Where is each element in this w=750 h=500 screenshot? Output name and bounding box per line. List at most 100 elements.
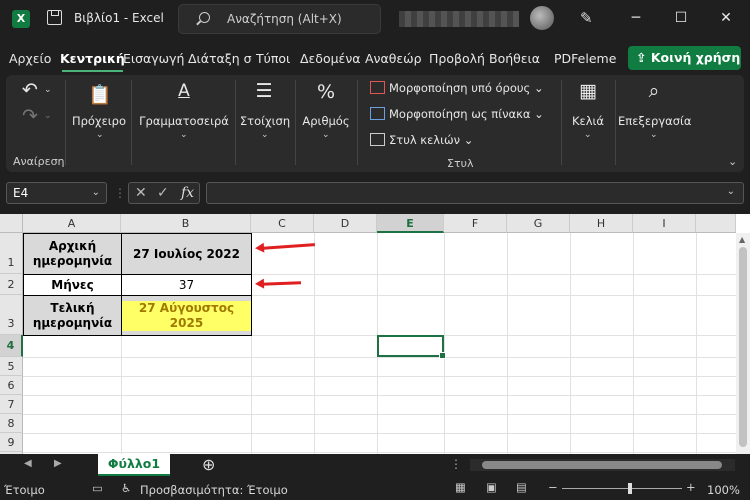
clipboard-icon[interactable]: 📋 xyxy=(88,83,112,106)
name-box[interactable]: E4 ⌄ xyxy=(6,182,107,204)
page-layout-view-icon[interactable]: ▣ xyxy=(486,480,497,494)
vertical-scroll-thumb[interactable] xyxy=(739,247,747,447)
horizontal-scroll-thumb[interactable] xyxy=(482,461,722,469)
row-header-2[interactable]: 2 xyxy=(0,274,23,295)
row-header-7[interactable]: 7 xyxy=(0,395,23,414)
column-header-g[interactable]: G xyxy=(507,214,570,233)
accessibility-icon[interactable]: ♿ xyxy=(121,481,131,495)
save-icon[interactable] xyxy=(47,10,62,25)
editing-button[interactable]: Επεξεργασία xyxy=(618,114,691,128)
column-header-h[interactable]: H xyxy=(570,214,633,233)
tab-file[interactable]: Αρχείο xyxy=(9,51,51,66)
cell-b3[interactable]: 27 Αύγουστος 2025 xyxy=(121,295,252,336)
row-header-1[interactable]: 1 xyxy=(0,233,23,274)
cells-icon[interactable]: ▦ xyxy=(578,80,598,102)
chevron-down-icon[interactable]: ⌄ xyxy=(584,130,592,140)
search-box[interactable]: Αναζήτηση (Alt+X) xyxy=(178,4,381,34)
pen-icon[interactable]: ✎ xyxy=(580,9,593,27)
column-header-i[interactable]: I xyxy=(633,214,696,233)
worksheet-grid[interactable]: A B C D E F G H I 1 2 3 4 5 6 7 8 9 10 Α… xyxy=(0,214,750,454)
scroll-up-icon[interactable]: ▲ xyxy=(739,235,745,244)
tab-review[interactable]: Αναθεώρ xyxy=(365,51,422,66)
row-header-6[interactable]: 6 xyxy=(0,376,23,395)
zoom-level[interactable]: 100% xyxy=(707,483,740,497)
formula-input[interactable]: ⌄ xyxy=(206,182,744,204)
row-header-4[interactable]: 4 xyxy=(0,335,23,357)
share-button[interactable]: ⇪ Κοινή χρήση xyxy=(628,46,741,70)
tab-page-layout[interactable]: Διάταξη σ xyxy=(188,51,252,66)
cell-a3[interactable]: Τελική ημερομηνία xyxy=(23,295,122,336)
chevron-down-icon[interactable]: ⌄ xyxy=(261,130,269,140)
alignment-icon[interactable]: ☰ xyxy=(254,80,274,102)
chevron-down-icon[interactable]: ⌄ xyxy=(92,183,100,203)
zoom-slider[interactable] xyxy=(562,488,682,489)
scroll-left-icon[interactable]: ◀ xyxy=(24,458,32,469)
column-header-e[interactable]: E xyxy=(377,214,444,233)
cells-button[interactable]: Κελιά xyxy=(566,114,610,128)
clipboard-button[interactable]: Πρόχειρο xyxy=(68,114,130,128)
scroll-right-icon[interactable]: ▶ xyxy=(54,458,62,469)
minimize-button[interactable]: ─ xyxy=(624,6,648,30)
tab-data[interactable]: Δεδομένα xyxy=(300,51,361,66)
zoom-in-icon[interactable]: + xyxy=(686,480,696,494)
column-header-d[interactable]: D xyxy=(314,214,377,233)
tab-help[interactable]: Βοήθεια xyxy=(489,51,540,66)
insert-function-icon[interactable]: fx xyxy=(181,183,194,203)
chevron-down-icon[interactable]: ⌄ xyxy=(96,130,104,140)
column-header-f[interactable]: F xyxy=(444,214,507,233)
cancel-icon[interactable]: ✕ xyxy=(135,183,147,203)
column-header-b[interactable]: B xyxy=(121,214,251,233)
zoom-slider-thumb[interactable] xyxy=(628,483,632,494)
active-cell-e4[interactable] xyxy=(377,335,446,359)
column-header-c[interactable]: C xyxy=(251,214,314,233)
cell-styles-button[interactable]: Στυλ κελιών ⌄ xyxy=(370,133,473,153)
avatar[interactable] xyxy=(530,6,554,30)
chevron-down-icon[interactable]: ⌄ xyxy=(650,130,658,140)
cell-a2[interactable]: Μήνες xyxy=(23,274,122,296)
accessibility-status[interactable]: Προσβασιμότητα: Έτοιμο xyxy=(140,483,288,497)
number-button[interactable]: Αριθμός xyxy=(300,114,352,128)
conditional-formatting-button[interactable]: Μορφοποίηση υπό όρους ⌄ xyxy=(370,81,544,101)
row-header-5[interactable]: 5 xyxy=(0,357,23,376)
chevron-down-icon[interactable]: ⌄ xyxy=(727,186,735,197)
undo-icon[interactable]: ↶ xyxy=(20,79,40,101)
row-header-3[interactable]: 3 xyxy=(0,295,23,335)
cell-b2[interactable]: 37 xyxy=(121,274,252,296)
tab-insert[interactable]: Εισαγωγή xyxy=(123,51,184,66)
font-icon[interactable]: A xyxy=(174,81,194,101)
row-header-9[interactable]: 9 xyxy=(0,433,23,452)
vertical-scrollbar[interactable]: ▲ xyxy=(736,233,750,454)
cell-a1[interactable]: Αρχική ημερομηνία xyxy=(23,233,122,275)
tab-formulas[interactable]: Τύποι xyxy=(256,51,290,66)
tab-view[interactable]: Προβολή xyxy=(429,51,485,66)
zoom-out-icon[interactable]: − xyxy=(548,480,558,494)
drag-handle-icon[interactable]: ⋮ xyxy=(114,186,126,200)
page-break-view-icon[interactable]: ▤ xyxy=(516,480,527,494)
percent-icon[interactable]: % xyxy=(315,81,337,103)
sheet-tab-1[interactable]: Φύλλο1 xyxy=(98,454,170,476)
horizontal-scrollbar[interactable] xyxy=(470,459,735,471)
enter-icon[interactable]: ✓ xyxy=(157,183,169,203)
normal-view-icon[interactable]: ▦ xyxy=(455,480,466,494)
find-icon[interactable]: ⌕ xyxy=(644,80,664,102)
split-handle-icon[interactable]: ⋮ xyxy=(450,457,462,471)
column-header-a[interactable]: A xyxy=(23,214,121,233)
chevron-down-icon[interactable]: ⌄ xyxy=(180,130,188,140)
tab-pdfelement[interactable]: PDFeleme xyxy=(554,51,616,66)
excel-logo-icon: X xyxy=(12,10,30,28)
chevron-down-icon[interactable]: ⌄ xyxy=(322,130,330,140)
macro-record-icon[interactable]: ▭ xyxy=(92,481,103,495)
format-as-table-button[interactable]: Μορφοποίηση ως πίνακα ⌄ xyxy=(370,107,544,127)
font-button[interactable]: Γραμματοσειρά xyxy=(136,114,232,128)
select-all-corner[interactable] xyxy=(0,214,23,233)
undo-dropdown-icon[interactable]: ⌄ xyxy=(44,85,52,95)
ribbon-collapse-icon[interactable]: ⌄ xyxy=(728,155,737,168)
add-sheet-icon[interactable]: ⊕ xyxy=(202,455,215,474)
column-header-next[interactable] xyxy=(696,214,736,233)
tab-home[interactable]: Κεντρική xyxy=(60,51,125,72)
cell-b1[interactable]: 27 Ιουλίος 2022 xyxy=(121,233,252,275)
alignment-button[interactable]: Στοίχιση xyxy=(239,114,291,128)
close-button[interactable]: ✕ xyxy=(714,6,738,30)
maximize-button[interactable]: ☐ xyxy=(669,6,693,30)
row-header-8[interactable]: 8 xyxy=(0,414,23,433)
